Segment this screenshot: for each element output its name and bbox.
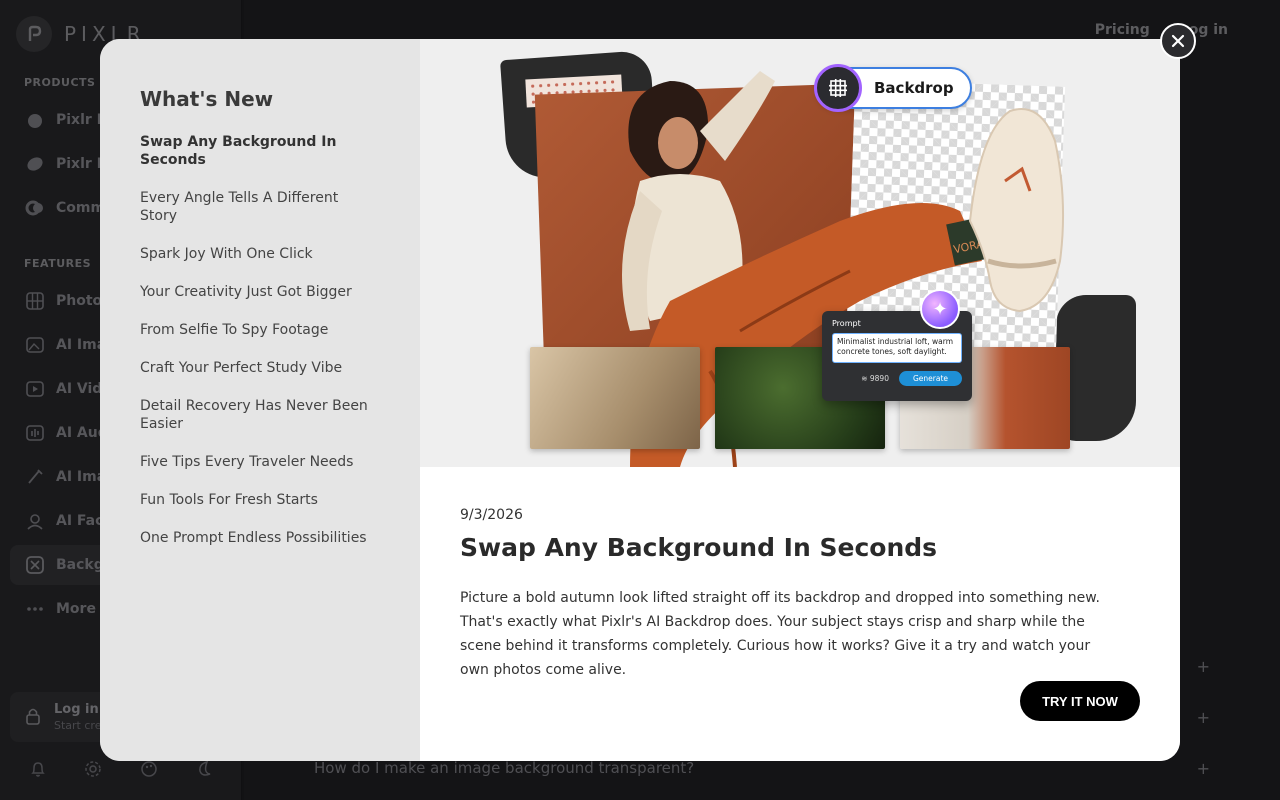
news-item-swap-background[interactable]: Swap Any Background In Seconds <box>140 133 370 169</box>
close-modal-button[interactable] <box>1160 23 1196 59</box>
news-item-creativity-bigger[interactable]: Your Creativity Just Got Bigger <box>140 283 370 301</box>
news-item-fun-tools[interactable]: Fun Tools For Fresh Starts <box>140 491 370 509</box>
news-item-study-vibe[interactable]: Craft Your Perfect Study Vibe <box>140 359 370 377</box>
credits-count: ≋ 9890 <box>861 374 889 383</box>
credits-value: 9890 <box>869 374 889 383</box>
prompt-text-box: Minimalist industrial loft, warm concret… <box>832 333 962 363</box>
news-item-every-angle[interactable]: Every Angle Tells A Different Story <box>140 189 370 225</box>
article-panel: VORAN Backdrop Prompt Minimalist industr… <box>420 39 1180 761</box>
news-item-five-tips[interactable]: Five Tips Every Traveler Needs <box>140 453 370 471</box>
whats-new-list-panel: What's New Swap Any Background In Second… <box>100 39 420 761</box>
news-item-selfie-spy[interactable]: From Selfie To Spy Footage <box>140 321 370 339</box>
backdrop-badge: Backdrop <box>814 64 972 112</box>
article-date: 9/3/2026 <box>460 507 523 523</box>
news-item-spark-joy[interactable]: Spark Joy With One Click <box>140 245 370 263</box>
whats-new-modal: What's New Swap Any Background In Second… <box>100 39 1180 761</box>
close-icon <box>1171 34 1185 48</box>
coins-icon: ≋ <box>861 374 870 383</box>
article-body: Picture a bold autumn look lifted straig… <box>460 590 1100 678</box>
article-content: 9/3/2026 Swap Any Background In Seconds … <box>460 507 1140 682</box>
news-item-detail-recovery[interactable]: Detail Recovery Has Never Been Easier <box>140 397 370 433</box>
whats-new-heading: What's New <box>140 87 274 111</box>
article-title: Swap Any Background In Seconds <box>460 533 938 562</box>
backdrop-badge-label: Backdrop <box>874 79 954 97</box>
try-it-now-button[interactable]: TRY IT NOW <box>1020 681 1140 721</box>
hero-image: VORAN Backdrop Prompt Minimalist industr… <box>420 39 1180 467</box>
news-item-one-prompt[interactable]: One Prompt Endless Possibilities <box>140 529 370 547</box>
backdrop-grid-icon <box>814 64 862 112</box>
backdrop-option-beige[interactable] <box>530 347 700 449</box>
sparkle-icon: ✦ <box>920 289 960 329</box>
generate-button: Generate <box>898 371 962 386</box>
